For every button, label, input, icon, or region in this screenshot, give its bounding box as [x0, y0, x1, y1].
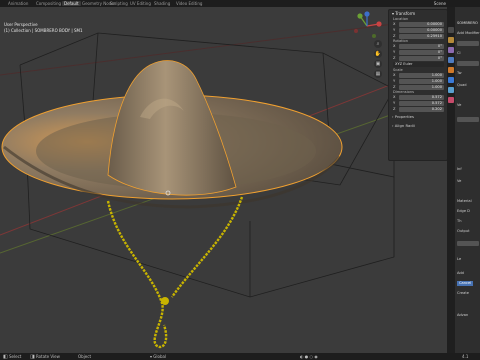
location-z-field[interactable]: 0.25910 — [399, 33, 444, 39]
chin-cord-right — [171, 196, 244, 298]
tab-scripting[interactable]: Scripting — [108, 1, 130, 6]
prop-row[interactable]: Add — [457, 271, 464, 276]
modifier-wrench-icon[interactable] — [448, 77, 454, 83]
viewport-canvas — [0, 16, 447, 349]
cancel-button[interactable]: Cancel — [457, 281, 474, 286]
create-button[interactable]: Create — [457, 291, 469, 296]
rotation-x-field[interactable]: 0° — [399, 43, 444, 49]
rotation-z-field[interactable]: 0° — [399, 55, 444, 61]
workspace-tabbar: Animation Compositing Default Geometry N… — [0, 0, 480, 7]
navigation-gizmo[interactable] — [352, 11, 382, 41]
chin-cord-left — [106, 200, 168, 349]
location-y-field[interactable]: 0.00000 — [399, 27, 444, 33]
object-name[interactable]: SOMBRERO — [457, 21, 478, 26]
prop-field[interactable] — [457, 117, 479, 122]
render-tab-icon[interactable] — [448, 37, 454, 43]
pan-hand-icon[interactable]: ✋ — [374, 50, 382, 58]
mouse-middle-icon: ◨ — [30, 354, 35, 360]
sombrero-crown — [107, 60, 237, 196]
scale-z-field[interactable]: 1.000 — [399, 84, 444, 90]
prop-row[interactable]: Th — [457, 219, 461, 224]
add-modifier-button[interactable]: Add Modifier — [457, 31, 480, 36]
prop-row: Tw — [457, 71, 462, 75]
prop-row: Quad — [457, 83, 467, 87]
viewport-shading-icons[interactable]: ◐ ● ○ ◉ — [300, 354, 318, 359]
advanced-section[interactable]: Advan — [457, 313, 468, 318]
blender-version: 4.1 — [462, 354, 469, 359]
tab-uv-editing[interactable]: UV Editing — [128, 1, 153, 6]
prop-row: Cl — [457, 51, 461, 55]
dimensions-y-field[interactable]: 0.572 — [399, 100, 444, 106]
scene-tab-icon[interactable] — [448, 57, 454, 63]
prop-row: Ve — [457, 103, 462, 107]
rotation-mode-select[interactable]: XYZ Euler — [393, 62, 444, 67]
tab-video-editing[interactable]: Video Editing — [174, 1, 204, 6]
prop-row[interactable]: Edge D — [457, 209, 470, 214]
prop-row[interactable]: Material — [457, 199, 472, 204]
prop-row: Inf — [457, 167, 462, 171]
transform-orientation-select[interactable]: ▾ Global — [150, 354, 166, 359]
status-bar: ◧ Select ◨ Rotate View Object ▾ Global ◐… — [0, 353, 480, 360]
tab-animation[interactable]: Animation — [6, 1, 30, 6]
output-tab-icon[interactable] — [448, 47, 454, 53]
prop-row: Ve — [457, 179, 462, 183]
dimensions-z-field[interactable]: 0.202 — [399, 106, 444, 112]
camera-icon[interactable]: ▣ — [374, 60, 382, 68]
scale-x-field[interactable]: 1.000 — [399, 72, 444, 78]
tab-compositing[interactable]: Compositing — [34, 1, 63, 6]
prop-field[interactable] — [457, 241, 479, 246]
material-tab-icon[interactable] — [448, 97, 454, 103]
tool-tab-icon[interactable] — [448, 27, 454, 33]
grid-toggle-icon[interactable]: ▦ — [374, 70, 382, 78]
tab-shading[interactable]: Shading — [152, 1, 172, 6]
viewport-info: User Perspective (1) Collection | SOMBRE… — [4, 22, 83, 34]
scale-y-field[interactable]: 1.000 — [399, 78, 444, 84]
status-object: Object — [78, 354, 92, 359]
status-select: Select — [9, 354, 22, 359]
collection-label: (1) Collection | SOMBRERO BODY | SM1 — [4, 28, 83, 33]
location-y: Y 0.00000 — [393, 27, 444, 33]
location-x: X 0.00000 — [393, 21, 444, 27]
rotation-y-field[interactable]: 0° — [399, 49, 444, 55]
sidebar-n-panel: ▾ Transform Location X 0.00000 Y 0.00000 Z… — [388, 9, 448, 161]
3d-viewport[interactable]: User Perspective (1) Collection | SOMBRE… — [0, 7, 447, 353]
properties-section[interactable]: › Properties — [389, 112, 447, 121]
transform-header[interactable]: ▾ Transform — [389, 10, 447, 17]
properties-tab-strip — [447, 7, 455, 353]
tab-default[interactable]: Default — [62, 1, 81, 6]
status-rotate: Rotate View — [36, 354, 60, 359]
location-x-field[interactable]: 0.00000 — [399, 21, 444, 27]
modifier-header[interactable] — [457, 41, 479, 46]
zoom-icon[interactable]: ⌕ — [374, 40, 382, 48]
prop-field[interactable] — [457, 61, 479, 66]
cord-knot — [161, 297, 169, 305]
prop-row: Le — [457, 257, 462, 261]
object-tab-icon[interactable] — [448, 67, 454, 73]
properties-editor: SOMBRERO Add Modifier Cl Tw Quad Ve Inf … — [455, 7, 480, 353]
dimensions-x-field[interactable]: 0.572 — [399, 94, 444, 100]
mouse-left-icon: ◧ — [3, 354, 8, 360]
prop-row[interactable]: Output — [457, 229, 469, 234]
scene-selector[interactable]: Scene — [434, 1, 446, 6]
align-radii-section[interactable]: › Align Radii — [389, 121, 447, 130]
physics-tab-icon[interactable] — [448, 87, 454, 93]
